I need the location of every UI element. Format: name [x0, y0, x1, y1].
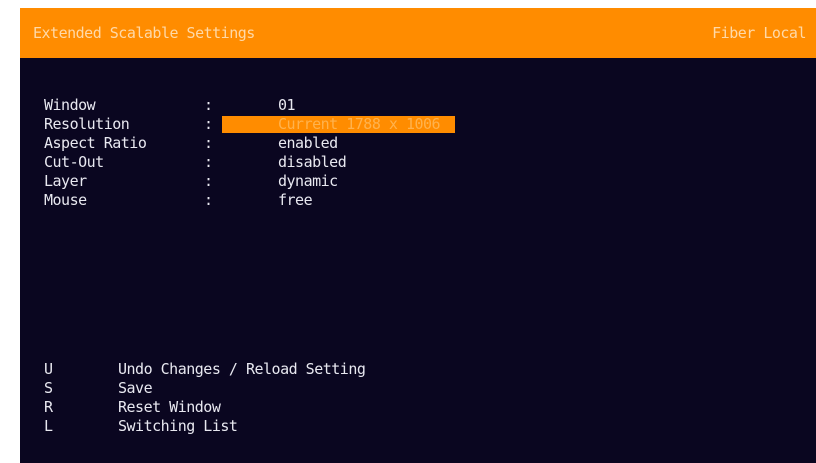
- setting-row-window[interactable]: Window : 01: [44, 96, 744, 115]
- setting-label: Mouse: [44, 191, 87, 209]
- shortcut-reset-window[interactable]: R Reset Window: [44, 398, 644, 417]
- setting-value: disabled: [278, 153, 347, 171]
- setting-label: Layer: [44, 172, 87, 190]
- setting-value: Current 1788 x 1006: [278, 115, 441, 133]
- shortcut-list: U Undo Changes / Reload Setting S Save R…: [44, 360, 644, 436]
- source-label: Fiber Local: [712, 24, 806, 42]
- setting-row-mouse[interactable]: Mouse : free: [44, 191, 744, 210]
- setting-row-aspect-ratio[interactable]: Aspect Ratio : enabled: [44, 134, 744, 153]
- setting-separator: :: [204, 115, 213, 133]
- shortcut-save[interactable]: S Save: [44, 379, 644, 398]
- setting-label: Aspect Ratio: [44, 134, 147, 152]
- shortcut-key: S: [44, 379, 53, 397]
- shortcut-key: R: [44, 398, 53, 416]
- setting-value: free: [278, 191, 313, 209]
- setting-separator: :: [204, 191, 213, 209]
- shortcut-action: Save: [118, 379, 153, 397]
- setting-value: 01: [278, 96, 296, 114]
- setting-label: Window: [44, 96, 96, 114]
- shortcut-key: L: [44, 417, 53, 435]
- setting-separator: :: [204, 134, 213, 152]
- settings-list: Window : 01 Resolution : Current 1788 x …: [44, 96, 744, 210]
- page-title: Extended Scalable Settings: [33, 24, 255, 42]
- setting-row-resolution[interactable]: Resolution : Current 1788 x 1006: [44, 115, 744, 134]
- shortcut-action: Undo Changes / Reload Setting: [118, 360, 366, 378]
- osd-screen: Extended Scalable Settings Fiber Local W…: [20, 8, 816, 463]
- shortcut-switching-list[interactable]: L Switching List: [44, 417, 644, 436]
- shortcut-undo[interactable]: U Undo Changes / Reload Setting: [44, 360, 644, 379]
- setting-label: Resolution: [44, 115, 130, 133]
- setting-label: Cut-Out: [44, 153, 104, 171]
- setting-row-cut-out[interactable]: Cut-Out : disabled: [44, 153, 744, 172]
- title-bar: Extended Scalable Settings Fiber Local: [20, 8, 816, 58]
- setting-value: enabled: [278, 134, 338, 152]
- setting-separator: :: [204, 96, 213, 114]
- shortcut-action: Reset Window: [118, 398, 221, 416]
- shortcut-action: Switching List: [118, 417, 238, 435]
- setting-separator: :: [204, 172, 213, 190]
- setting-row-layer[interactable]: Layer : dynamic: [44, 172, 744, 191]
- setting-separator: :: [204, 153, 213, 171]
- shortcut-key: U: [44, 360, 53, 378]
- setting-value: dynamic: [278, 172, 338, 190]
